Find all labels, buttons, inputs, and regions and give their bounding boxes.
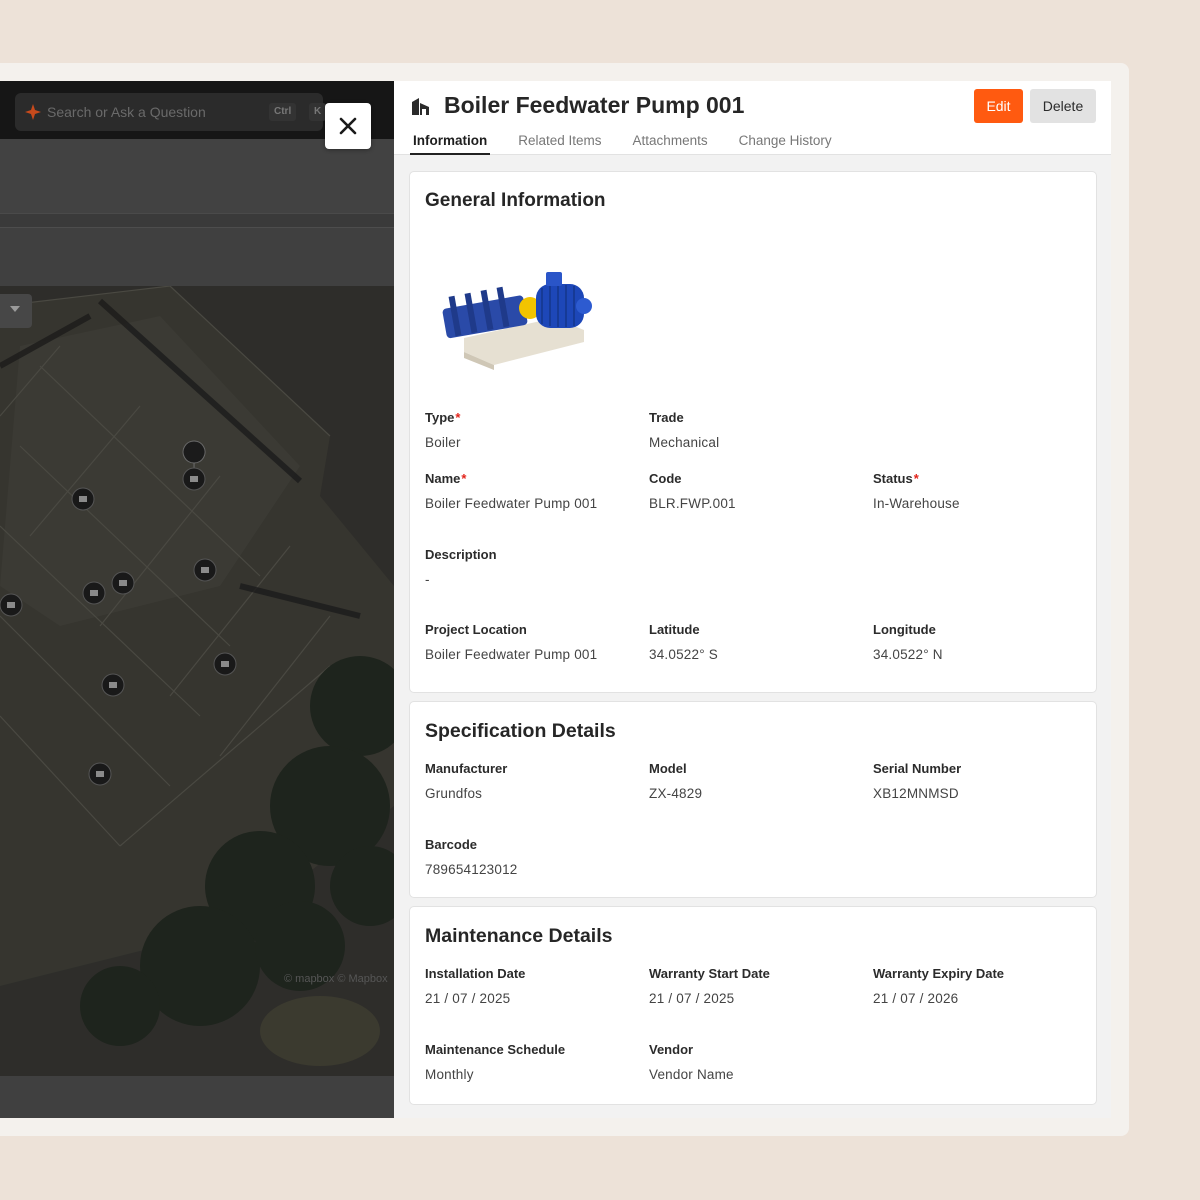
tab-related-items[interactable]: Related Items bbox=[515, 133, 604, 155]
tab-attachments[interactable]: Attachments bbox=[630, 133, 711, 155]
field-label: Model bbox=[649, 761, 687, 776]
search-input[interactable]: Search or Ask a Question Ctrl K bbox=[15, 93, 327, 131]
satellite-map[interactable] bbox=[0, 286, 394, 1076]
section-title: General Information bbox=[425, 190, 606, 211]
required-marker: * bbox=[461, 471, 467, 486]
map-layer-dropdown[interactable] bbox=[0, 294, 32, 328]
field-value: XB12MNMSD bbox=[873, 786, 959, 801]
field-description: Description - bbox=[425, 547, 497, 587]
field-value: 21 / 07 / 2026 bbox=[873, 991, 959, 1006]
field-manufacturer: Manufacturer Grundfos bbox=[425, 761, 507, 801]
field-value: Boiler bbox=[425, 435, 461, 450]
section-title: Specification Details bbox=[425, 720, 616, 742]
maintenance-details-card: Maintenance Details Installation Date 21… bbox=[409, 906, 1097, 1105]
field-code: Code BLR.FWP.001 bbox=[649, 471, 736, 511]
field-warranty-start-date: Warranty Start Date 21 / 07 / 2025 bbox=[649, 966, 770, 1006]
field-name: Name* Boiler Feedwater Pump 001 bbox=[425, 471, 597, 511]
field-label: Warranty Expiry Date bbox=[873, 966, 1005, 981]
field-value: 34.0522° S bbox=[649, 647, 718, 662]
shortcut-k-key: K bbox=[309, 103, 327, 121]
field-value: 34.0522° N bbox=[873, 647, 943, 662]
field-label: Type bbox=[425, 410, 455, 425]
field-label: Latitude bbox=[649, 622, 700, 637]
delete-button[interactable]: Delete bbox=[1030, 89, 1096, 123]
required-marker: * bbox=[913, 471, 919, 486]
field-value: Boiler Feedwater Pump 001 bbox=[425, 496, 598, 511]
map-header-strip bbox=[0, 139, 394, 214]
field-label: Description bbox=[425, 547, 497, 562]
field-value: BLR.FWP.001 bbox=[649, 496, 736, 511]
field-value: Mechanical bbox=[649, 435, 720, 450]
field-barcode: Barcode 789654123012 bbox=[425, 837, 518, 877]
field-project-location: Project Location Boiler Feedwater Pump 0… bbox=[425, 622, 597, 662]
field-label: Trade bbox=[649, 410, 684, 425]
field-label: Installation Date bbox=[425, 966, 526, 981]
asset-detail-panel: Boiler Feedwater Pump 001 Edit Delete In… bbox=[394, 81, 1111, 1118]
field-label: Code bbox=[649, 471, 682, 486]
edit-button[interactable]: Edit bbox=[974, 89, 1023, 123]
field-maintenance-schedule: Maintenance Schedule Monthly bbox=[425, 1042, 565, 1082]
tab-bar: Information Related Items Attachments Ch… bbox=[410, 133, 860, 155]
field-label: Maintenance Schedule bbox=[425, 1042, 566, 1057]
panel-header: Boiler Feedwater Pump 001 Edit Delete In… bbox=[394, 81, 1111, 155]
field-installation-date: Installation Date 21 / 07 / 2025 bbox=[425, 966, 525, 1006]
field-longitude: Longitude 34.0522° N bbox=[873, 622, 943, 662]
logo-icon bbox=[25, 104, 41, 120]
tab-change-history[interactable]: Change History bbox=[736, 133, 835, 155]
close-button[interactable] bbox=[325, 103, 371, 149]
field-value: 789654123012 bbox=[425, 862, 518, 877]
page-title: Boiler Feedwater Pump 001 bbox=[444, 92, 745, 118]
field-label: Barcode bbox=[425, 837, 478, 852]
section-title: Maintenance Details bbox=[425, 925, 613, 947]
field-value: - bbox=[425, 572, 430, 587]
map-filter-strip bbox=[0, 227, 394, 287]
asset-icon bbox=[412, 98, 429, 115]
field-label: Longitude bbox=[873, 622, 936, 637]
map-attribution: © mapbox © Mapbox bbox=[284, 973, 388, 985]
field-vendor: Vendor Vendor Name bbox=[649, 1042, 734, 1082]
field-label: Manufacturer bbox=[425, 761, 508, 776]
shortcut-ctrl-key: Ctrl bbox=[269, 103, 297, 121]
required-marker: * bbox=[455, 410, 461, 425]
field-label: Name bbox=[425, 471, 461, 486]
field-label: Status bbox=[873, 471, 913, 486]
field-value: Boiler Feedwater Pump 001 bbox=[425, 647, 598, 662]
general-information-card: General Information Type* Boiler Trade M… bbox=[409, 171, 1097, 693]
field-model: Model ZX-4829 bbox=[649, 761, 702, 801]
map-footer bbox=[0, 1076, 394, 1118]
close-icon bbox=[339, 117, 357, 135]
asset-photo bbox=[442, 272, 592, 370]
field-warranty-expiry-date: Warranty Expiry Date 21 / 07 / 2026 bbox=[873, 966, 1004, 1006]
field-value: Grundfos bbox=[425, 786, 483, 801]
field-value: ZX-4829 bbox=[649, 786, 703, 801]
field-label: Warranty Start Date bbox=[649, 966, 770, 981]
map-pane: Search or Ask a Question Ctrl K © mapbox… bbox=[0, 81, 394, 1118]
field-serial-number: Serial Number XB12MNMSD bbox=[873, 761, 961, 801]
search-placeholder: Search or Ask a Question bbox=[47, 104, 206, 120]
field-type: Type* Boiler bbox=[425, 410, 461, 450]
field-trade: Trade Mechanical bbox=[649, 410, 719, 450]
chevron-down-icon bbox=[10, 306, 20, 312]
field-value: Monthly bbox=[425, 1067, 474, 1082]
field-value: 21 / 07 / 2025 bbox=[425, 991, 511, 1006]
field-label: Vendor bbox=[649, 1042, 694, 1057]
field-value: 21 / 07 / 2025 bbox=[649, 991, 735, 1006]
field-value: In-Warehouse bbox=[873, 496, 960, 511]
field-status: Status* In-Warehouse bbox=[873, 471, 960, 511]
specification-details-card: Specification Details Manufacturer Grund… bbox=[409, 701, 1097, 898]
field-label: Serial Number bbox=[873, 761, 962, 776]
field-latitude: Latitude 34.0522° S bbox=[649, 622, 718, 662]
tab-information[interactable]: Information bbox=[410, 133, 491, 155]
field-label: Project Location bbox=[425, 622, 527, 637]
field-value: Vendor Name bbox=[649, 1067, 734, 1082]
